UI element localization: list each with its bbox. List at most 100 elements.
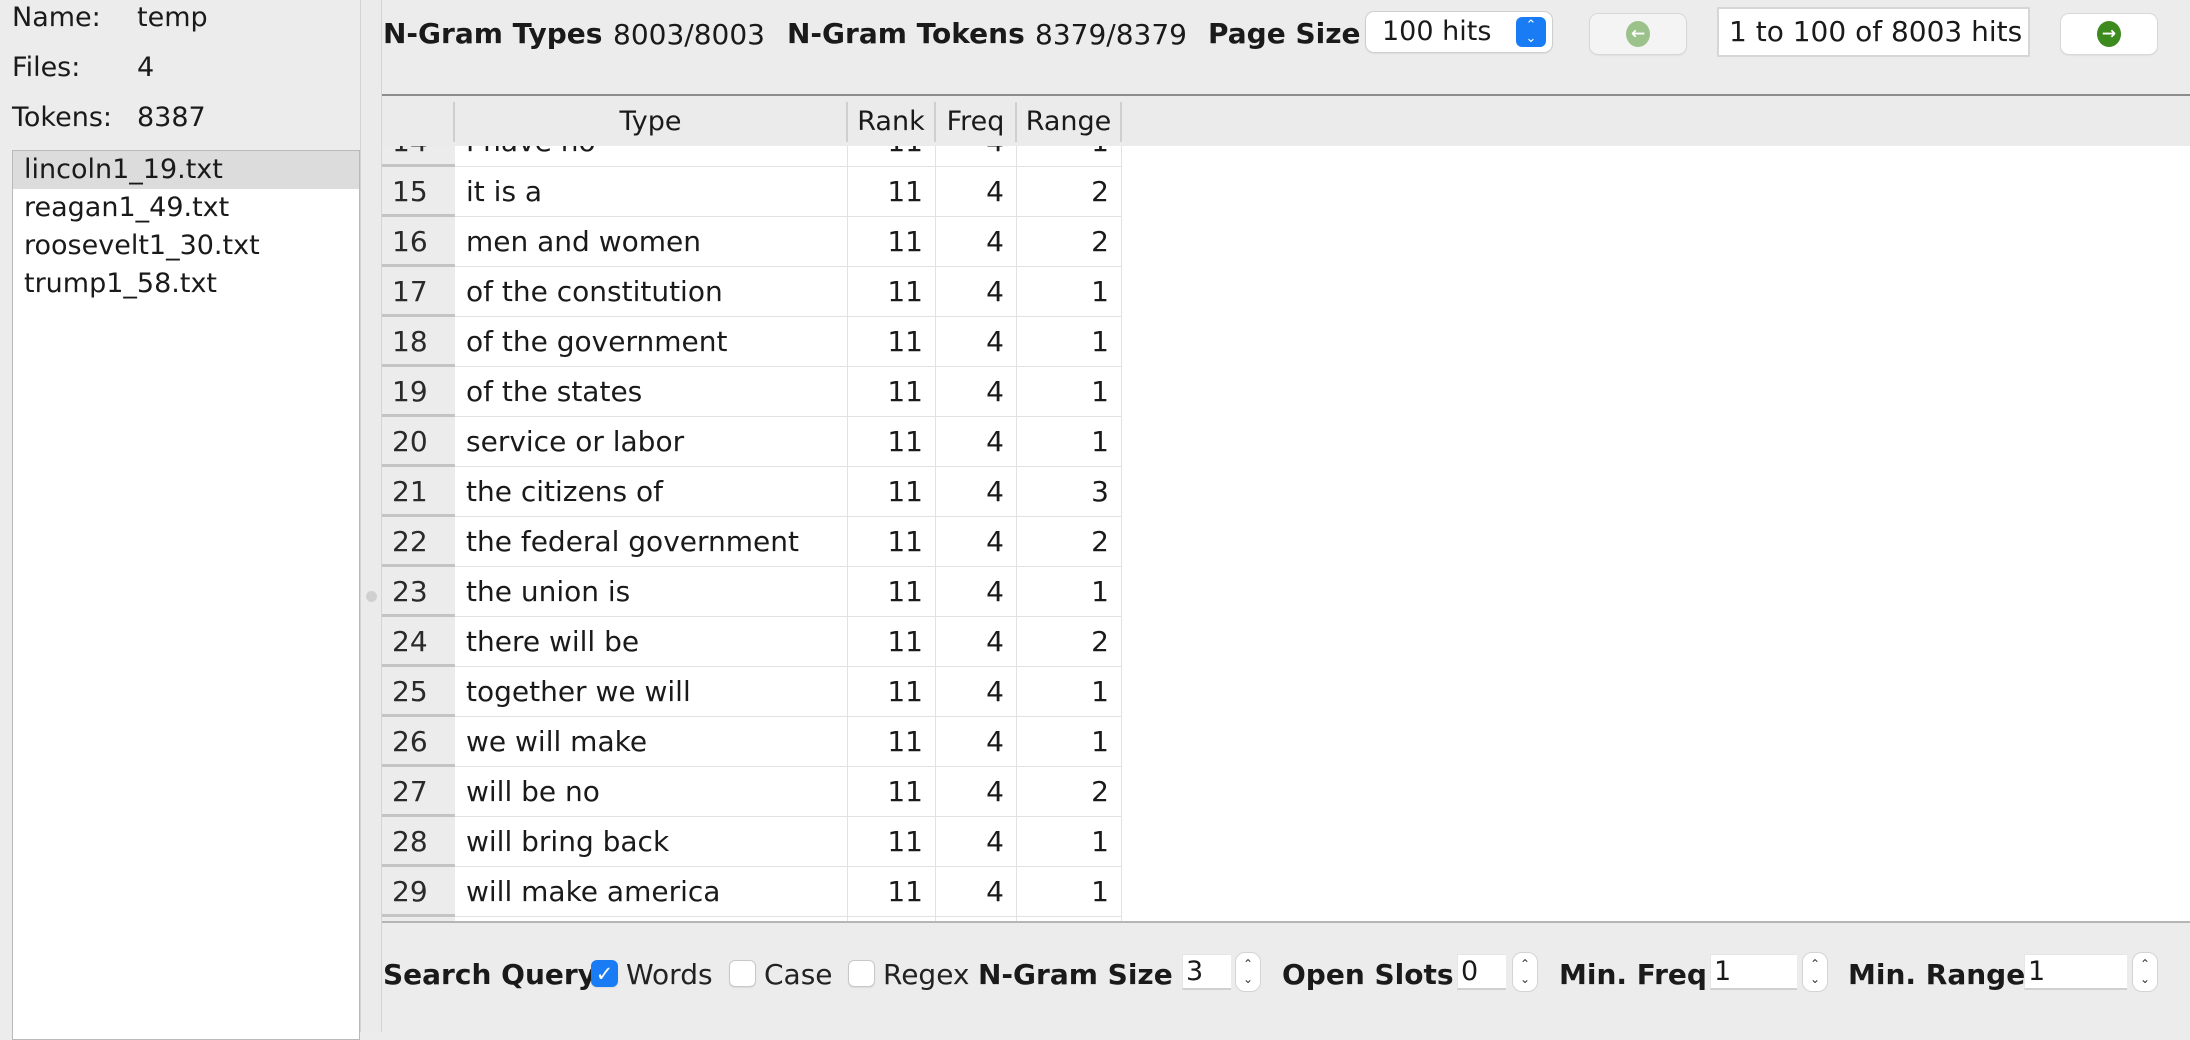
rank-cell: 11	[848, 517, 936, 567]
name-label: Name:	[12, 2, 101, 33]
row-number-cell: 29	[382, 867, 455, 917]
table-row[interactable]: 26 we will make 11 4 1	[382, 717, 1122, 767]
arrow-right-circle-icon: →	[2097, 21, 2121, 47]
table-row[interactable]: 16 men and women 11 4 2	[382, 217, 1122, 267]
page-size-select[interactable]: 100 hits ⌃ ⌄	[1366, 12, 1552, 52]
freq-cell: 4	[936, 717, 1017, 767]
range-cell: 1	[1017, 267, 1122, 317]
column-header-type[interactable]: Type	[455, 102, 848, 142]
table-header: Type Rank Freq Range	[382, 96, 2190, 146]
type-cell: of the states	[455, 367, 848, 417]
table-row[interactable]: 29 will make america 11 4 1	[382, 867, 1122, 917]
split-pane-divider[interactable]	[360, 0, 382, 1032]
column-header-row-number[interactable]	[382, 102, 455, 142]
freq-cell: 4	[936, 817, 1017, 867]
range-cell: 1	[1017, 667, 1122, 717]
min-range-label: Min. Range	[1848, 958, 2026, 991]
ngram-size-label: N-Gram Size	[978, 958, 1173, 991]
row-number-cell: 24	[382, 617, 455, 667]
column-header-rank[interactable]: Rank	[848, 102, 936, 142]
freq-cell: 4	[936, 617, 1017, 667]
min-freq-stepper[interactable]: ⌃ ⌄	[1802, 952, 1828, 992]
file-list-item[interactable]: reagan1_49.txt	[13, 189, 359, 227]
min-freq-field[interactable]: 1	[1710, 954, 1797, 990]
table-row[interactable]: 15 it is a 11 4 2	[382, 167, 1122, 217]
rank-cell: 11	[848, 567, 936, 617]
min-range-field[interactable]: 1	[2024, 954, 2127, 990]
up-down-chevron-icon: ⌃ ⌄	[1516, 17, 1546, 47]
ngram-size-stepper[interactable]: ⌃ ⌄	[1235, 952, 1261, 992]
ngram-size-field[interactable]: 3	[1182, 954, 1231, 990]
freq-cell: 4	[936, 317, 1017, 367]
table-row[interactable]: 21 the citizens of 11 4 3	[382, 467, 1122, 517]
name-value: temp	[137, 2, 208, 33]
table-row[interactable]: 19 of the states 11 4 1	[382, 367, 1122, 417]
rank-cell: 11	[848, 267, 936, 317]
next-page-button[interactable]: →	[2061, 14, 2157, 54]
case-checkbox[interactable]	[729, 960, 756, 987]
row-number-cell: 22	[382, 517, 455, 567]
row-number-cell: 25	[382, 667, 455, 717]
type-cell: it is a	[455, 167, 848, 217]
row-number-cell: 20	[382, 417, 455, 467]
open-slots-field[interactable]: 0	[1457, 954, 1506, 990]
freq-cell: 4	[936, 267, 1017, 317]
file-list-item[interactable]: trump1_58.txt	[13, 265, 359, 303]
freq-cell: 4	[936, 517, 1017, 567]
range-cell: 1	[1017, 567, 1122, 617]
table-row[interactable]: 25 together we will 11 4 1	[382, 667, 1122, 717]
range-cell: 1	[1017, 717, 1122, 767]
splitter-grip-icon	[366, 591, 377, 602]
rank-cell: 11	[848, 867, 936, 917]
file-list-item[interactable]: roosevelt1_30.txt	[13, 227, 359, 265]
words-checkbox[interactable]: ✓	[591, 960, 618, 987]
regex-checkbox[interactable]	[848, 960, 875, 987]
rank-cell: 11	[848, 717, 936, 767]
ngram-tokens-value: 8379/8379	[1035, 18, 1187, 51]
table-row[interactable]: 24 there will be 11 4 2	[382, 617, 1122, 667]
open-slots-stepper[interactable]: ⌃ ⌄	[1512, 952, 1538, 992]
column-header-freq[interactable]: Freq	[936, 102, 1017, 142]
hits-range-field[interactable]: 1 to 100 of 8003 hits	[1717, 7, 2030, 57]
range-cell: 2	[1017, 167, 1122, 217]
table-row-partial	[382, 917, 1122, 921]
rank-cell: 11	[848, 817, 936, 867]
min-range-stepper[interactable]: ⌃ ⌄	[2132, 952, 2158, 992]
type-cell: the union is	[455, 567, 848, 617]
chevron-down-icon: ⌄	[1519, 972, 1531, 986]
table-row[interactable]: 20 service or labor 11 4 1	[382, 417, 1122, 467]
table-row[interactable]: 22 the federal government 11 4 2	[382, 517, 1122, 567]
file-list-item[interactable]: lincoln1_19.txt	[13, 151, 359, 189]
chevron-up-icon: ⌃	[1809, 957, 1821, 971]
type-cell: service or labor	[455, 417, 848, 467]
row-number-cell: 15	[382, 167, 455, 217]
type-cell: there will be	[455, 617, 848, 667]
range-cell: 2	[1017, 517, 1122, 567]
search-query-label: Search Query	[383, 958, 596, 991]
table-row[interactable]: 23 the union is 11 4 1	[382, 567, 1122, 617]
table-row[interactable]: 18 of the government 11 4 1	[382, 317, 1122, 367]
rank-cell: 11	[848, 367, 936, 417]
previous-page-button[interactable]: ←	[1590, 14, 1686, 54]
ngram-results-table[interactable]: 14I have no114115it is a114216men and wo…	[382, 94, 2190, 923]
type-cell: will be no	[455, 767, 848, 817]
table-row[interactable]: 28 will bring back 11 4 1	[382, 817, 1122, 867]
rank-cell: 11	[848, 317, 936, 367]
table-row[interactable]: 27 will be no 11 4 2	[382, 767, 1122, 817]
table-row[interactable]: 17 of the constitution 11 4 1	[382, 267, 1122, 317]
type-cell: will bring back	[455, 817, 848, 867]
column-header-range[interactable]: Range	[1017, 102, 1122, 142]
chevron-down-icon: ⌄	[2139, 972, 2151, 986]
table-body: 14I have no114115it is a114216men and wo…	[382, 96, 2190, 921]
range-cell: 2	[1017, 217, 1122, 267]
range-cell: 1	[1017, 317, 1122, 367]
chevron-up-icon: ⌃	[1519, 957, 1531, 971]
ngram-tokens-label: N-Gram Tokens	[787, 17, 1025, 50]
row-number-cell: 21	[382, 467, 455, 517]
range-cell: 1	[1017, 817, 1122, 867]
type-cell: together we will	[455, 667, 848, 717]
file-list[interactable]: lincoln1_19.txt reagan1_49.txt roosevelt…	[12, 150, 360, 1040]
type-cell: will make america	[455, 867, 848, 917]
words-label: Words	[626, 958, 713, 991]
freq-cell: 4	[936, 867, 1017, 917]
